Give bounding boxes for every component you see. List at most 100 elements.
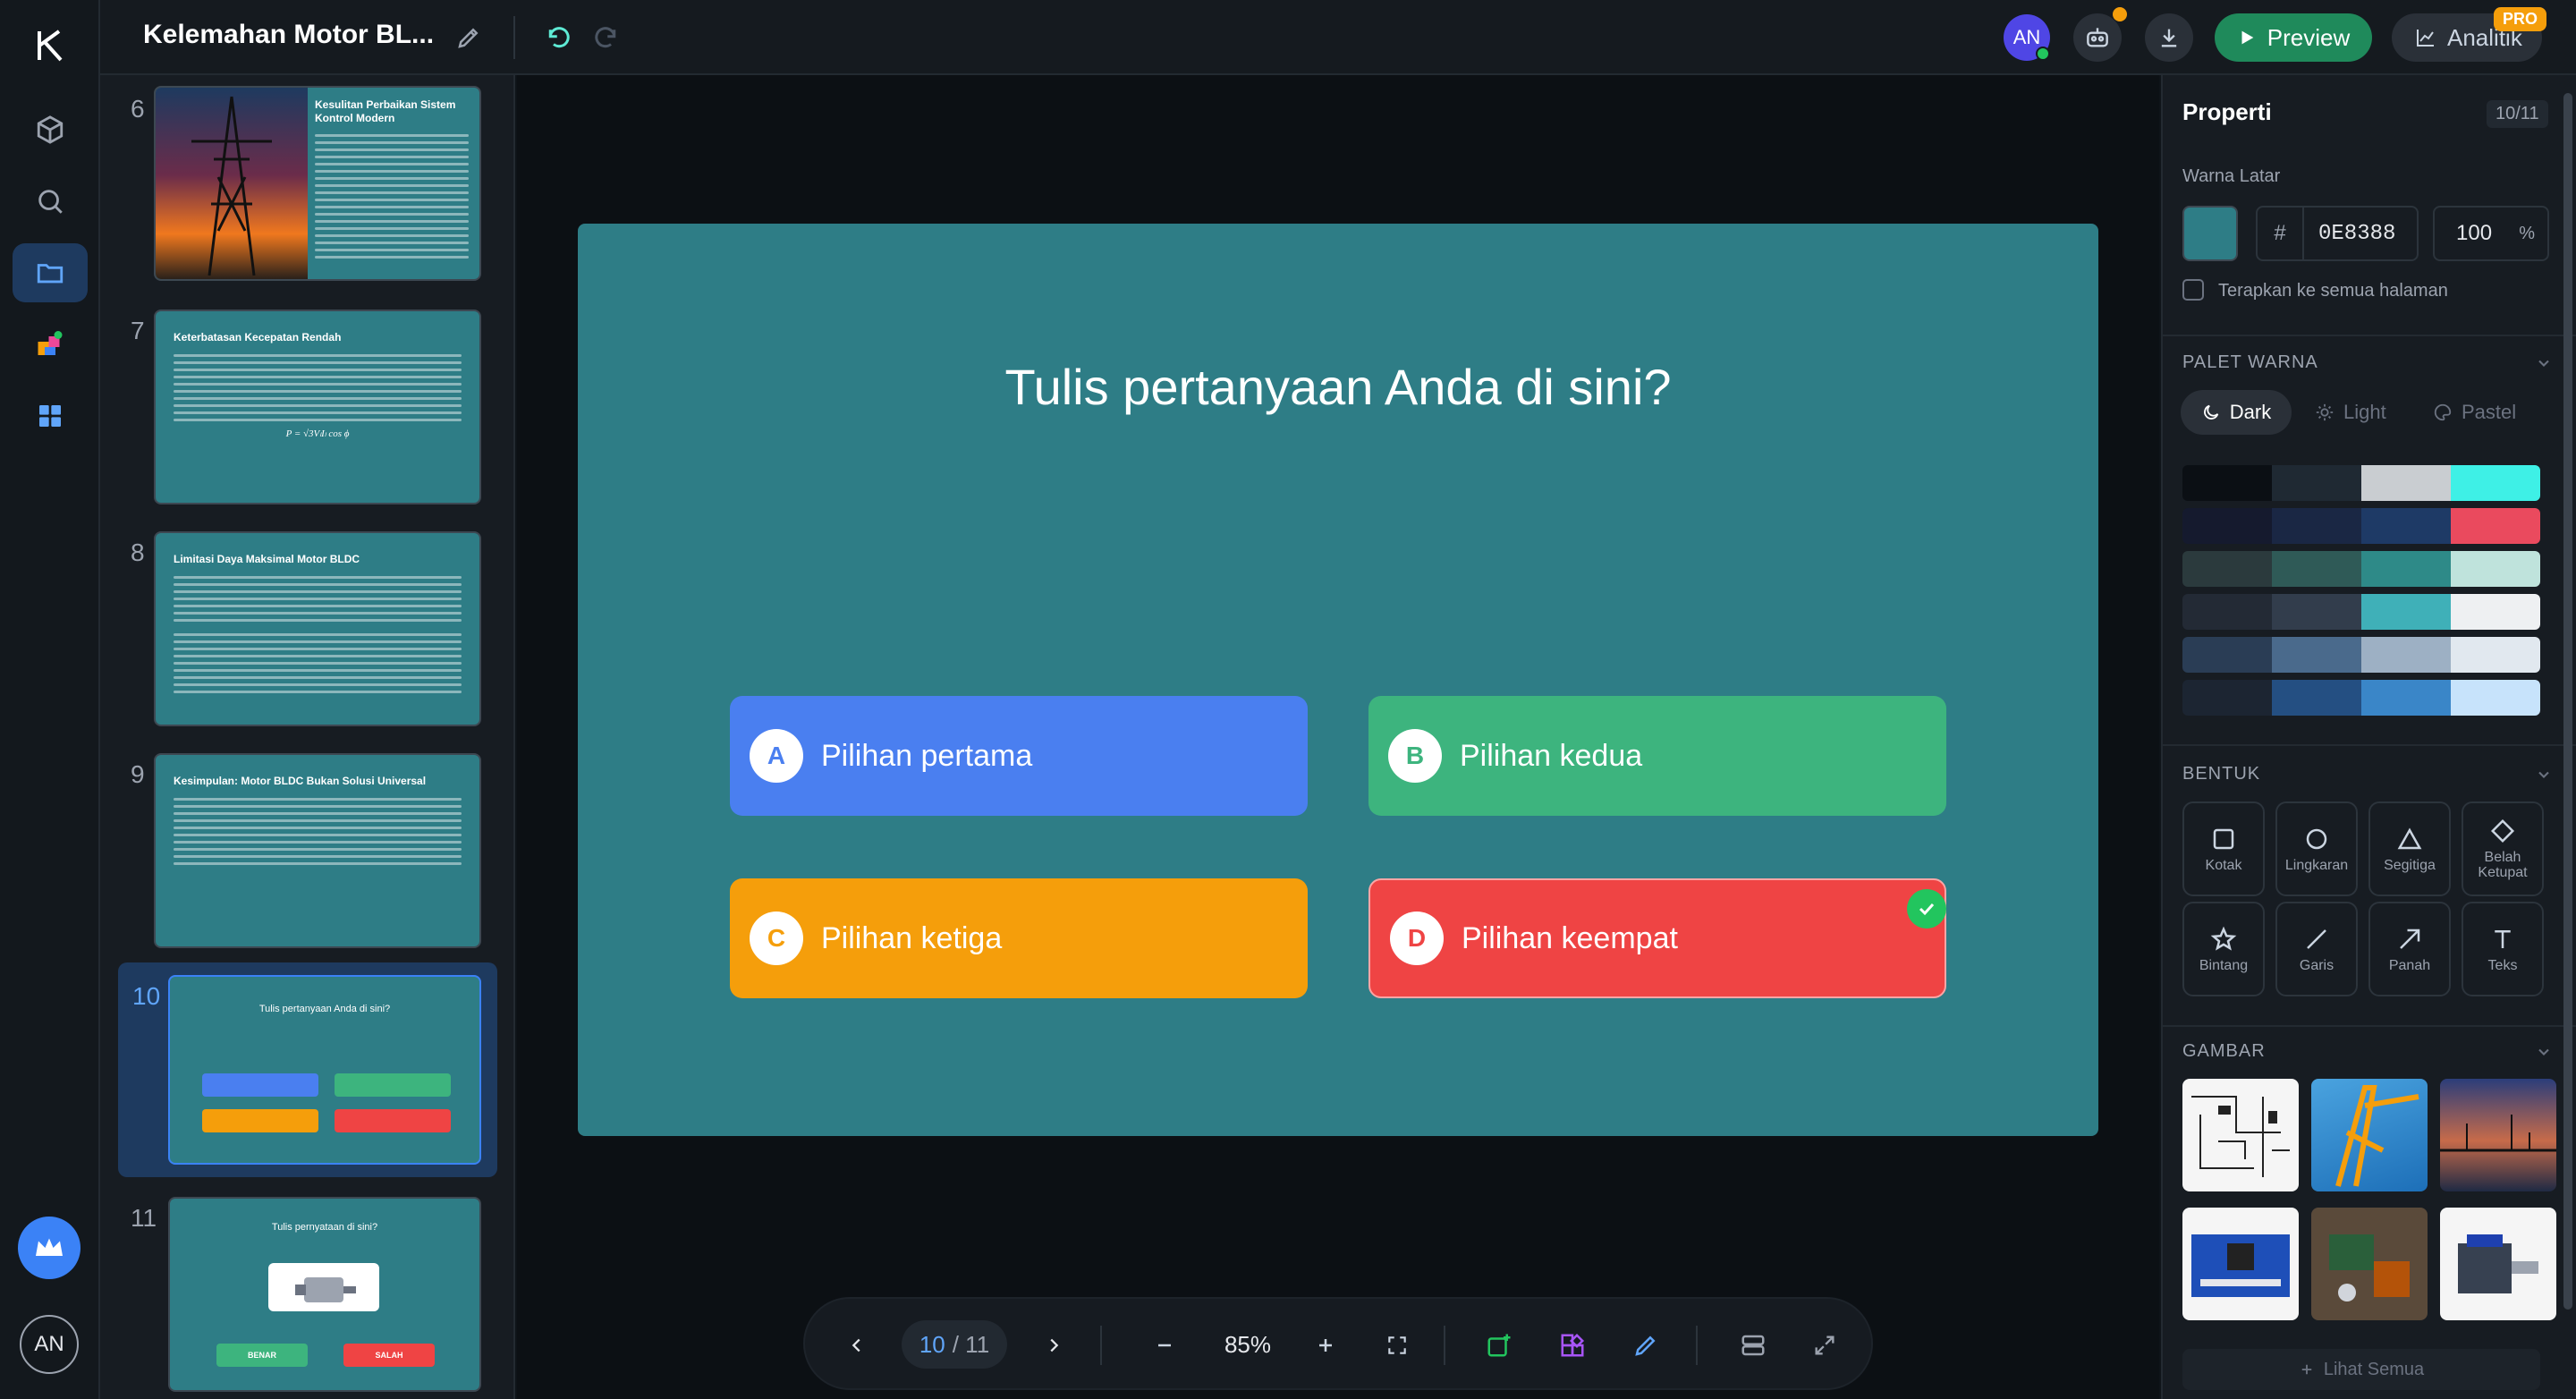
option-c[interactable]: C Pilihan ketiga [730, 878, 1308, 998]
palette-row[interactable] [2182, 680, 2540, 716]
shape-text[interactable]: Teks [2462, 902, 2544, 996]
palette-row[interactable] [2182, 637, 2540, 673]
palette-swatch [2272, 637, 2361, 673]
thumb-title: Tulis pertanyaan Anda di sini? [258, 1004, 391, 1014]
page-indicator[interactable]: 10 / 11 [902, 1320, 1007, 1369]
properties-panel: Properti 10/11 Warna Latar # 0E8388 100 … [2161, 75, 2576, 1399]
divider [1444, 1326, 1445, 1365]
thumbnail-slide-10[interactable]: Tulis pertanyaan Anda di sini? [168, 975, 481, 1165]
image-circuit-diagram[interactable] [2182, 1079, 2299, 1191]
palette-swatch [2361, 637, 2451, 673]
palette-swatch [2182, 508, 2272, 544]
undo-icon[interactable] [538, 18, 578, 57]
images-section-title: GAMBAR [2182, 1041, 2266, 1061]
prev-page-icon[interactable] [834, 1322, 880, 1369]
logo-icon[interactable] [13, 16, 88, 75]
shape-label: Belah Ketupat [2478, 850, 2528, 880]
correct-check-icon[interactable] [1907, 889, 1946, 928]
panel-scrollbar[interactable] [2563, 93, 2572, 1310]
user-avatar[interactable]: AN [20, 1315, 79, 1374]
shape-circle[interactable]: Lingkaran [2275, 801, 2358, 896]
chevron-down-icon[interactable] [2535, 354, 2553, 372]
thumbnail-slide-6[interactable]: Kesulitan Perbaikan Sistem Kontrol Moder… [154, 86, 481, 281]
palette-tab-pastel[interactable]: Pastel [2433, 390, 2516, 435]
star-icon [2210, 926, 2237, 951]
document-title[interactable]: Kelemahan Motor BL... [143, 20, 434, 50]
cube-icon[interactable] [13, 100, 88, 159]
image-motor-driver-board[interactable] [2182, 1208, 2299, 1320]
elements-icon[interactable] [1549, 1322, 1596, 1369]
chevron-down-icon[interactable] [2535, 766, 2553, 784]
image-electronics-workbench[interactable] [2311, 1208, 2428, 1320]
search-icon[interactable] [13, 172, 88, 231]
divider [2163, 1025, 2576, 1027]
add-slide-icon[interactable] [1476, 1322, 1522, 1369]
question-text[interactable]: Tulis pertanyaan Anda di sini? [578, 358, 2098, 416]
image-stepper-motor[interactable] [2440, 1208, 2556, 1320]
palette-swatch [2272, 551, 2361, 587]
zoom-in-icon[interactable] [1302, 1322, 1349, 1369]
thumbnail-slide-7[interactable]: Keterbatasan Kecepatan Rendah P = √3VₗIₗ… [154, 309, 481, 504]
palette-icon[interactable] [13, 315, 88, 374]
thumb-option [335, 1109, 451, 1132]
option-d[interactable]: D Pilihan keempat [1368, 878, 1946, 998]
shape-diamond[interactable]: Belah Ketupat [2462, 801, 2544, 896]
palette-icon [2434, 403, 2452, 421]
fit-screen-icon[interactable] [1374, 1322, 1420, 1369]
palette-tab-light[interactable]: Light [2315, 390, 2386, 435]
hex-hash: # [2258, 208, 2304, 259]
palette-swatch [2451, 551, 2540, 587]
ai-assistant-icon[interactable] [2073, 13, 2122, 62]
palette-row[interactable] [2182, 594, 2540, 630]
apps-icon[interactable] [13, 386, 88, 445]
shape-square[interactable]: Kotak [2182, 801, 2265, 896]
shape-arrow[interactable]: Panah [2368, 902, 2451, 996]
triangle-icon [2397, 827, 2422, 849]
download-icon[interactable] [2145, 13, 2193, 62]
shape-label: Bintang [2199, 957, 2249, 973]
palette-swatch [2451, 465, 2540, 501]
shape-star[interactable]: Bintang [2182, 902, 2265, 996]
palette-tab-dark[interactable]: Dark [2181, 390, 2292, 435]
chevron-down-icon[interactable] [2535, 1043, 2553, 1061]
shape-line[interactable]: Garis [2275, 902, 2358, 996]
edit-icon[interactable] [449, 18, 488, 57]
palette-row[interactable] [2182, 508, 2540, 544]
palette-swatch [2182, 551, 2272, 587]
next-page-icon[interactable] [1030, 1322, 1077, 1369]
slide-canvas[interactable]: Tulis pertanyaan Anda di sini? A Pilihan… [578, 224, 2098, 1136]
shape-triangle[interactable]: Segitiga [2368, 801, 2451, 896]
pen-icon[interactable] [1623, 1322, 1669, 1369]
palette-swatch [2182, 637, 2272, 673]
bg-color-swatch[interactable] [2182, 206, 2238, 261]
crown-icon[interactable] [18, 1217, 80, 1279]
divider [1696, 1326, 1698, 1365]
palette-section-title: PALET WARNA [2182, 352, 2318, 372]
option-b[interactable]: B Pilihan kedua [1368, 696, 1946, 816]
notification-dot [2113, 7, 2127, 21]
palette-row[interactable] [2182, 551, 2540, 587]
apply-all-checkbox[interactable] [2182, 279, 2204, 301]
zoom-out-icon[interactable] [1141, 1322, 1188, 1369]
palette-row[interactable] [2182, 465, 2540, 501]
hex-input[interactable]: # 0E8388 [2256, 206, 2419, 261]
thumbnail-slide-9[interactable]: Kesimpulan: Motor BLDC Bukan Solusi Univ… [154, 753, 481, 948]
option-a[interactable]: A Pilihan pertama [730, 696, 1308, 816]
palette-swatch [2361, 465, 2451, 501]
see-all-button[interactable]: Lihat Semua [2182, 1349, 2540, 1390]
layout-icon[interactable] [1730, 1322, 1776, 1369]
circle-icon [2306, 828, 2327, 849]
opacity-input[interactable]: 100 % [2433, 206, 2549, 261]
thumbnail-slide-11[interactable]: Tulis pernyataan di sini? BENAR SALAH [168, 1197, 481, 1392]
folder-icon[interactable] [13, 243, 88, 302]
zoom-level[interactable]: 85% [1199, 1331, 1297, 1359]
redo-icon[interactable] [587, 18, 626, 57]
fullscreen-icon[interactable] [1801, 1322, 1848, 1369]
image-sunset-harbor[interactable] [2440, 1079, 2556, 1191]
preview-button[interactable]: Preview [2215, 13, 2372, 62]
thumb-title: Keterbatasan Kecepatan Rendah [174, 331, 342, 343]
thumbnail-slide-8[interactable]: Limitasi Daya Maksimal Motor BLDC [154, 531, 481, 726]
panel-title: Properti [2182, 98, 2272, 125]
image-construction-crane[interactable] [2311, 1079, 2428, 1191]
sun-icon [2316, 403, 2334, 421]
